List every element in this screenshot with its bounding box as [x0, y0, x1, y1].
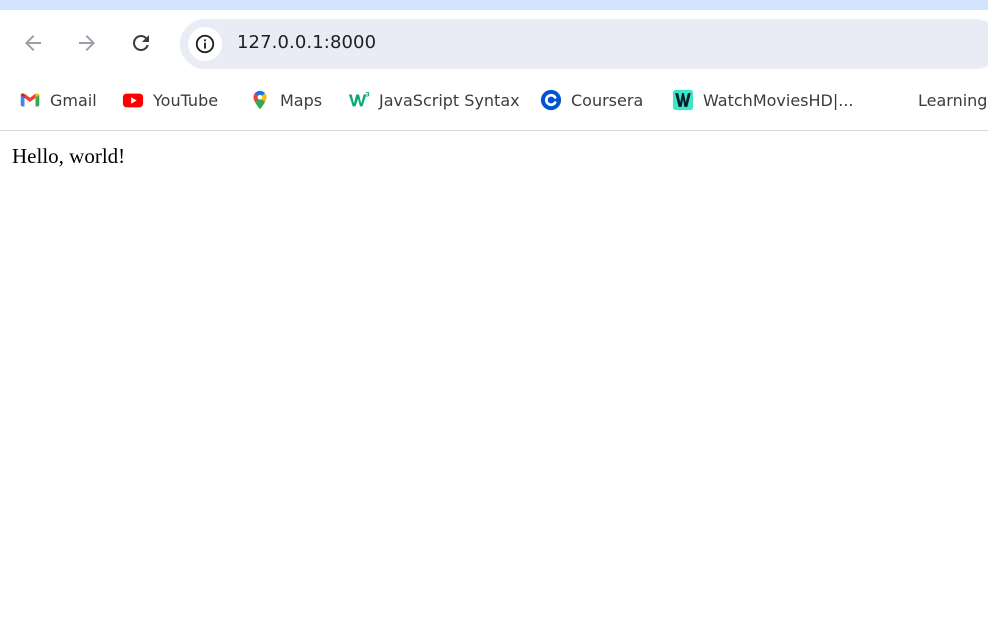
bookmark-maps[interactable]: Maps [248, 87, 322, 113]
bookmark-label: Gmail [50, 90, 97, 110]
bookmark-watchmovieshd[interactable]: WatchMoviesHD|... [671, 87, 854, 113]
bookmark-javascript-syntax[interactable]: 3 JavaScript Syntax [347, 87, 520, 113]
forward-button[interactable] [70, 26, 104, 60]
arrow-left-icon [25, 35, 41, 51]
w3schools-icon: 3 [347, 88, 371, 112]
arrow-right-icon [79, 35, 95, 51]
bookmark-label: Coursera [571, 90, 644, 110]
svg-text:3: 3 [365, 90, 369, 98]
bookmarks-bar: Gmail YouTube Maps 3 JavaScript Syntax C… [0, 78, 988, 122]
bookmark-label: YouTube [153, 90, 219, 110]
bookmark-learning[interactable]: Learning [918, 87, 987, 113]
site-info-button[interactable] [188, 27, 222, 61]
browser-toolbar: 127.0.0.1:8000 Gmail YouTube Maps 3 Java… [0, 10, 988, 131]
bookmark-label: JavaScript Syntax [379, 90, 520, 110]
reload-icon [132, 34, 149, 51]
bookmark-gmail[interactable]: Gmail [18, 87, 97, 113]
address-bar[interactable]: 127.0.0.1:8000 [180, 19, 988, 69]
bookmark-label: Maps [280, 90, 323, 110]
bookmark-label: WatchMoviesHD|... [703, 90, 854, 110]
gmail-icon [18, 88, 42, 112]
back-button[interactable] [16, 26, 50, 60]
bookmark-label: Learning [918, 90, 988, 110]
bookmark-youtube[interactable]: YouTube [121, 87, 218, 113]
coursera-icon [539, 88, 563, 112]
bookmark-coursera[interactable]: Coursera [539, 87, 643, 113]
url-text[interactable]: 127.0.0.1:8000 [237, 32, 376, 53]
reload-button[interactable] [124, 26, 158, 60]
tab-strip [0, 0, 988, 10]
info-icon [195, 34, 215, 54]
youtube-icon [121, 88, 145, 112]
watchmovies-icon [671, 88, 695, 112]
page-body-text: Hello, world! [12, 144, 126, 168]
maps-icon [248, 88, 272, 112]
